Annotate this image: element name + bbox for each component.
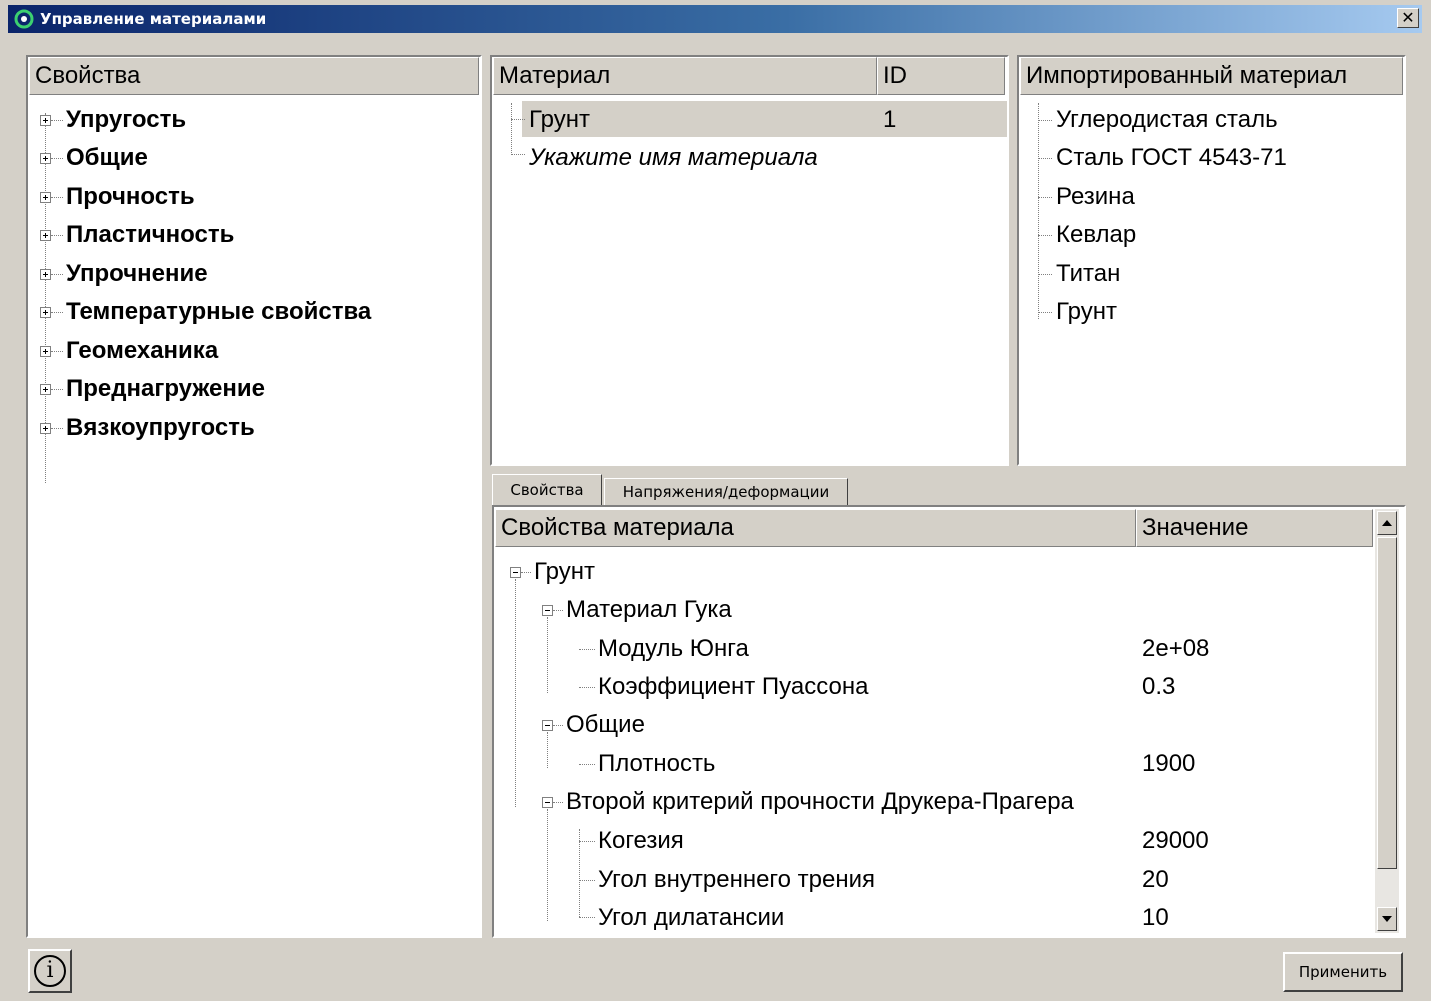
expand-icon[interactable] [40, 384, 51, 395]
tree-item-plasticity[interactable]: Пластичность [66, 220, 234, 250]
tree-group-drucker-prager[interactable]: Второй критерий прочности Друкера-Прагер… [566, 787, 1074, 817]
scroll-down-icon[interactable] [1377, 907, 1397, 931]
prop-poisson-label[interactable]: Коэффициент Пуассона [598, 672, 868, 702]
collapse-icon[interactable] [542, 605, 553, 616]
window-title: Управление материалами [40, 10, 267, 28]
close-icon[interactable]: ✕ [1397, 8, 1419, 28]
properties-header[interactable]: Свойства [29, 57, 479, 95]
id-column-header[interactable]: ID [877, 57, 1005, 95]
imported-item[interactable]: Титан [1056, 259, 1120, 289]
properties-panel: Свойства Упругость Общие Прочность Пласт… [26, 55, 482, 938]
material-row-id[interactable]: 1 [883, 105, 896, 135]
imported-header[interactable]: Импортированный материал [1020, 57, 1403, 95]
expand-icon[interactable] [40, 269, 51, 280]
scroll-up-icon[interactable] [1377, 511, 1397, 535]
expand-icon[interactable] [40, 346, 51, 357]
materials-panel: Материал ID Грунт 1 Укажите имя материал… [490, 55, 1009, 466]
tree-group-hooke[interactable]: Материал Гука [566, 595, 732, 625]
new-material-input[interactable]: Укажите имя материала [529, 143, 818, 173]
prop-young-value[interactable]: 2e+08 [1142, 634, 1209, 664]
tree-group-general[interactable]: Общие [566, 710, 645, 740]
tree-item-general[interactable]: Общие [66, 143, 148, 173]
selected-row-highlight [522, 101, 1007, 137]
prop-dilatancy-value[interactable]: 10 [1142, 903, 1169, 933]
tree-item-hardening[interactable]: Упрочнение [66, 259, 208, 289]
expand-icon[interactable] [40, 423, 51, 434]
expand-icon[interactable] [40, 115, 51, 126]
tree-root-material[interactable]: Грунт [534, 557, 595, 587]
imported-item[interactable]: Грунт [1056, 297, 1117, 327]
info-button[interactable]: i [28, 949, 72, 993]
tree-item-preload[interactable]: Преднагружение [66, 374, 265, 404]
prop-cohesion-label[interactable]: Когезия [598, 826, 684, 856]
tree-item-viscoelasticity[interactable]: Вязкоупругость [66, 413, 255, 443]
tree-item-geomechanics[interactable]: Геомеханика [66, 336, 218, 366]
expand-icon[interactable] [40, 307, 51, 318]
value-column-header[interactable]: Значение [1136, 509, 1373, 547]
title-bar[interactable]: Управление материалами ✕ [8, 5, 1422, 33]
apply-button[interactable]: Применить [1283, 952, 1403, 992]
imported-materials-panel: Импортированный материал Углеродистая ст… [1017, 55, 1406, 466]
imported-item[interactable]: Кевлар [1056, 220, 1136, 250]
scrollbar-thumb[interactable] [1377, 537, 1397, 869]
imported-item[interactable]: Углеродистая сталь [1056, 105, 1278, 135]
material-manager-window: Управление материалами ✕ Свойства Упруго… [0, 0, 1431, 1001]
prop-friction-value[interactable]: 20 [1142, 865, 1169, 895]
prop-friction-label[interactable]: Угол внутреннего трения [598, 865, 875, 895]
material-properties-panel: Свойства материала Значение Грунт Матери… [492, 505, 1406, 938]
prop-dilatancy-label[interactable]: Угол дилатансии [598, 903, 784, 933]
prop-poisson-value[interactable]: 0.3 [1142, 672, 1175, 702]
expand-icon[interactable] [40, 192, 51, 203]
tab-properties[interactable]: Свойства [492, 474, 602, 506]
prop-density-label[interactable]: Плотность [598, 749, 715, 779]
collapse-icon[interactable] [542, 720, 553, 731]
vertical-scrollbar[interactable] [1375, 509, 1399, 933]
info-symbol: i [46, 958, 54, 983]
property-column-header[interactable]: Свойства материала [495, 509, 1136, 547]
imported-item[interactable]: Сталь ГОСТ 4543-71 [1056, 143, 1287, 173]
imported-item[interactable]: Резина [1056, 182, 1135, 212]
collapse-icon[interactable] [542, 797, 553, 808]
material-row-name[interactable]: Грунт [529, 105, 590, 135]
expand-icon[interactable] [40, 230, 51, 241]
tree-item-thermal[interactable]: Температурные свойства [66, 297, 371, 327]
prop-density-value[interactable]: 1900 [1142, 749, 1195, 779]
tab-stress-strain[interactable]: Напряжения/деформации [604, 478, 848, 506]
collapse-icon[interactable] [510, 567, 521, 578]
app-icon [14, 9, 34, 29]
tree-item-strength[interactable]: Прочность [66, 182, 195, 212]
expand-icon[interactable] [40, 153, 51, 164]
prop-cohesion-value[interactable]: 29000 [1142, 826, 1209, 856]
tree-item-elasticity[interactable]: Упругость [66, 105, 186, 135]
prop-young-label[interactable]: Модуль Юнга [598, 634, 749, 664]
material-column-header[interactable]: Материал [493, 57, 877, 95]
